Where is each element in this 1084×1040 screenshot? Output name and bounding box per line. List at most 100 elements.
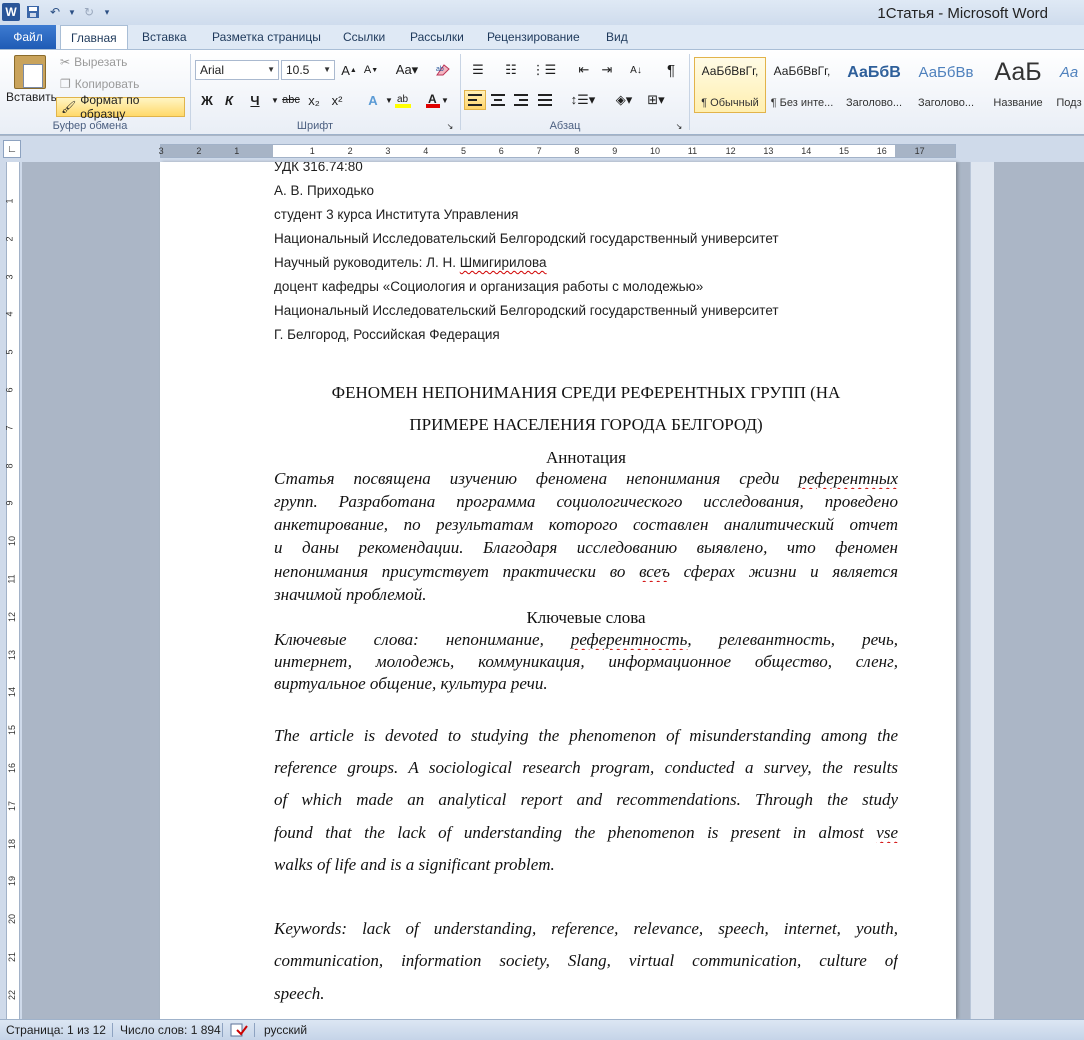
show-marks-icon[interactable]: ¶ xyxy=(660,60,682,80)
borders-icon[interactable]: ⊞▾ xyxy=(642,90,670,110)
increase-indent-icon[interactable]: ⇥ xyxy=(596,60,618,80)
subscript-button[interactable]: x₂ xyxy=(303,90,325,110)
tab-selector-icon[interactable]: ∟ xyxy=(3,140,21,158)
abstract-en-line: The article is devoted to studying the p… xyxy=(274,726,898,745)
keywords-heading: Ключевые слова xyxy=(526,608,646,627)
ruler-number: 1 xyxy=(309,146,315,156)
ruler-number: 2 xyxy=(4,236,15,242)
format-painter-button[interactable]: 🖌 Формат по образцу xyxy=(56,93,185,121)
paste-icon[interactable] xyxy=(14,55,46,89)
article-title-line-1: ФЕНОМЕН НЕПОНИМАНИЯ СРЕДИ РЕФЕРЕНТНЫХ ГР… xyxy=(331,383,841,402)
ruler-number: 12 xyxy=(7,611,18,622)
ruler-number: 11 xyxy=(6,574,17,584)
ruler-number: 22 xyxy=(7,989,18,1000)
ruler-number: 14 xyxy=(7,687,18,698)
multilevel-list-icon[interactable]: ⋮☰ xyxy=(532,60,557,80)
style-heading-1[interactable]: АаБбВ Заголово... xyxy=(838,57,910,113)
ruler-number: 7 xyxy=(4,425,15,431)
tab-insert[interactable]: Вставка xyxy=(132,25,197,49)
abstract-ru-line: непонимания присутствует практически во … xyxy=(274,562,898,581)
annotation-heading: Аннотация xyxy=(546,448,626,467)
chevron-down-icon: ▼ xyxy=(323,65,331,74)
vertical-ruler[interactable]: 1 2 3 4 5 6 7 8 9 10 11 12 13 14 15 16 17 18 19 20 21 22 xyxy=(0,162,22,1019)
group-divider xyxy=(689,54,690,130)
document-page[interactable]: УДК 316.74:80 А. В. Приходько студент 3 … xyxy=(160,162,956,1019)
svg-text:A: A xyxy=(428,92,437,106)
tab-review[interactable]: Рецензирование xyxy=(477,25,590,49)
italic-button[interactable]: К xyxy=(218,90,240,110)
ruler-number: 13 xyxy=(7,649,18,660)
proofing-icon[interactable] xyxy=(230,1023,248,1040)
copy-icon: ❐ xyxy=(60,77,71,91)
student-line: студент 3 курса Института Управления xyxy=(274,207,519,222)
shrink-font-icon[interactable]: A ▼ xyxy=(360,60,382,80)
abstract-ru-line: групп. Разработана программа социологиче… xyxy=(274,492,898,511)
keywords-ru-line: Ключевые слова: непонимание, референтнос… xyxy=(274,630,898,649)
tab-mailings[interactable]: Рассылки xyxy=(400,25,474,49)
status-divider xyxy=(254,1023,255,1037)
ruler-number: 16 xyxy=(876,146,887,156)
underline-button[interactable]: Ч xyxy=(244,90,266,110)
tab-references[interactable]: Ссылки xyxy=(333,25,395,49)
page-count[interactable]: Страница: 1 из 12 xyxy=(6,1023,106,1037)
align-left-button[interactable] xyxy=(464,90,486,110)
ruler-number: 7 xyxy=(536,146,542,156)
word-count[interactable]: Число слов: 1 894 xyxy=(120,1023,221,1037)
ruler-area: ∟ 3 2 1 1 2 3 4 5 6 7 8 9 10 11 12 13 14 15 16 17 xyxy=(0,136,1084,162)
ribbon-tabs: Файл Главная Вставка Разметка страницы С… xyxy=(0,25,1084,50)
bullets-icon[interactable]: ☰ xyxy=(467,60,489,80)
ruler-number: 1 xyxy=(4,198,15,204)
ruler-number: 2 xyxy=(196,146,202,156)
align-center-button[interactable] xyxy=(487,90,509,110)
style-normal[interactable]: АаБбВвГг, ¶ Обычный xyxy=(694,57,766,113)
font-size-combo[interactable]: 10.5 ▼ xyxy=(281,60,335,80)
style-heading-2[interactable]: АаБбВв Заголово... xyxy=(910,57,982,113)
ruler-number: 1 xyxy=(234,146,240,156)
clear-formatting-icon[interactable]: ab xyxy=(432,60,454,80)
shading-icon[interactable]: ◈▾ xyxy=(610,90,638,110)
decrease-indent-icon[interactable]: ⇤ xyxy=(573,60,595,80)
dialog-launcher-icon[interactable]: ↘ xyxy=(444,120,456,132)
style-no-spacing[interactable]: АаБбВвГг, ¶ Без инте... xyxy=(766,57,838,113)
language-indicator[interactable]: русский xyxy=(264,1023,307,1037)
change-case-icon[interactable]: Aa▾ xyxy=(393,60,421,80)
text-effects-icon[interactable]: A xyxy=(362,90,384,110)
copy-button[interactable]: ❐ Копировать xyxy=(60,77,139,91)
numbering-icon[interactable]: ☷ xyxy=(500,60,522,80)
align-right-button[interactable] xyxy=(510,90,532,110)
vertical-ruler-strip xyxy=(6,162,20,1019)
ruler-number: 15 xyxy=(7,725,18,736)
vertical-scrollbar[interactable] xyxy=(970,162,994,1019)
ruler-number: 4 xyxy=(423,146,429,156)
brush-icon: 🖌 xyxy=(61,100,77,114)
dialog-launcher-icon[interactable]: ↘ xyxy=(673,120,685,132)
article-title-line-2: ПРИМЕРЕ НАСЕЛЕНИЯ ГОРОДА БЕЛГОРОД) xyxy=(409,415,763,434)
tab-page-layout[interactable]: Разметка страницы xyxy=(202,25,331,49)
ruler-number: 9 xyxy=(4,500,15,506)
line-spacing-icon[interactable]: ↕☰▾ xyxy=(568,90,598,110)
sort-icon[interactable]: A↓ xyxy=(625,60,647,80)
right-margin-area xyxy=(895,145,955,157)
strikethrough-button[interactable]: abc xyxy=(278,90,304,110)
tab-file[interactable]: Файл xyxy=(0,25,56,49)
horizontal-ruler[interactable]: 3 2 1 1 2 3 4 5 6 7 8 9 10 11 12 13 14 15 16 17 xyxy=(159,144,956,158)
svg-text:ab: ab xyxy=(397,94,409,105)
bold-button[interactable]: Ж xyxy=(196,90,218,110)
university-line-2: Национальный Исследовательский Белгородс… xyxy=(274,303,779,318)
abstract-ru-line: анкетирование, по результатам которого с… xyxy=(274,515,898,534)
grow-font-icon[interactable]: A ▲ xyxy=(338,60,360,80)
tab-view[interactable]: Вид xyxy=(596,25,638,49)
chevron-down-icon[interactable]: ▼ xyxy=(440,90,450,110)
keywords-en-line: communication, information society, Slan… xyxy=(274,951,898,970)
paste-button[interactable]: Вставить xyxy=(6,90,57,104)
superscript-button[interactable]: x² xyxy=(326,90,348,110)
cut-button[interactable]: ✂ Вырезать xyxy=(60,55,127,69)
keywords-ru-line: виртуальное общение, культура речи. xyxy=(274,674,548,693)
justify-button[interactable] xyxy=(534,90,556,110)
font-name-combo[interactable]: Arial ▼ xyxy=(195,60,279,80)
highlight-icon[interactable]: ab xyxy=(392,90,414,110)
tab-home[interactable]: Главная xyxy=(60,25,128,50)
style-subtitle[interactable]: Аа Подз xyxy=(1054,57,1084,113)
style-title[interactable]: АаБ Название xyxy=(982,57,1054,113)
status-divider xyxy=(112,1023,113,1037)
